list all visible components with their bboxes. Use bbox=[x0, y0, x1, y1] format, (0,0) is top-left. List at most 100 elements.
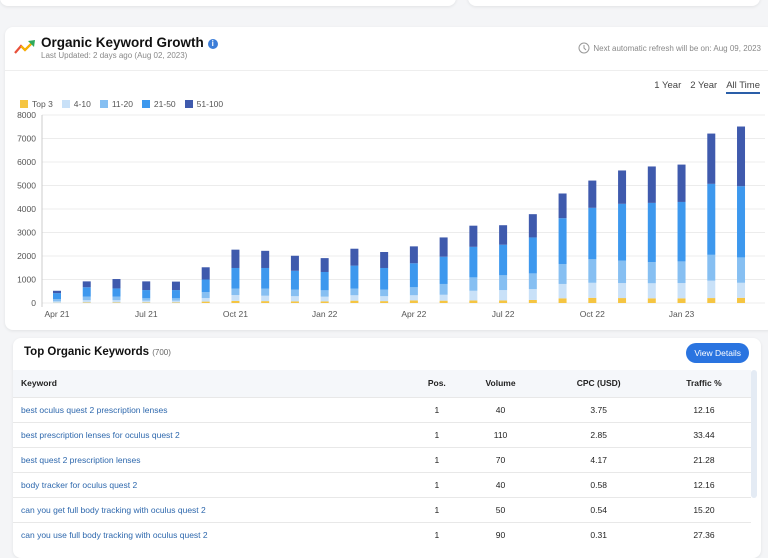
bar-segment-51-100 bbox=[172, 282, 180, 290]
y-tick-label: 3000 bbox=[17, 228, 36, 238]
x-tick-label: Oct 22 bbox=[580, 309, 605, 319]
view-details-button[interactable]: View Details bbox=[686, 343, 749, 363]
pos-cell: 1 bbox=[413, 422, 461, 447]
col-traffic[interactable]: Traffic % bbox=[657, 370, 751, 397]
bar-segment-51-100 bbox=[53, 291, 61, 293]
keywords-title: Top Organic Keywords (700) bbox=[24, 346, 171, 358]
table-row[interactable]: can you use full body tracking with ocul… bbox=[13, 522, 751, 547]
bar-segment-top-3 bbox=[648, 298, 656, 303]
bar-segment-top-3 bbox=[588, 298, 596, 303]
bar-segment-51-100 bbox=[648, 166, 656, 202]
table-row[interactable]: best oculus quest 2 prescription lenses1… bbox=[13, 397, 751, 422]
bar-segment-51-100 bbox=[142, 281, 150, 290]
bar-segment-top-3 bbox=[291, 301, 299, 303]
bar-segment-51-100 bbox=[707, 134, 715, 184]
keyword-link[interactable]: best prescription lenses for oculus ques… bbox=[13, 422, 413, 447]
bar-segment-4-10 bbox=[380, 296, 388, 301]
organic-keyword-growth-card: Organic Keyword Growthi Last Updated: 2 … bbox=[5, 27, 768, 330]
bar-segment-top-3 bbox=[737, 298, 745, 303]
bar-segment-11-20 bbox=[588, 259, 596, 283]
bar-segment-11-20 bbox=[618, 261, 626, 283]
bar-segment-21-50 bbox=[588, 208, 596, 259]
bar-segment-11-20 bbox=[172, 298, 180, 300]
bar-segment-51-100 bbox=[202, 267, 210, 279]
bar-segment-51-100 bbox=[83, 281, 91, 287]
bar-segment-11-20 bbox=[737, 257, 745, 282]
bar-segment-top-3 bbox=[380, 301, 388, 303]
pos-cell: 1 bbox=[413, 397, 461, 422]
bar-segment-11-20 bbox=[142, 298, 150, 300]
col-keyword[interactable]: Keyword bbox=[13, 370, 413, 397]
bar-segment-21-50 bbox=[53, 293, 61, 299]
bar-segment-top-3 bbox=[410, 300, 418, 303]
keywords-count: (700) bbox=[152, 348, 171, 357]
y-tick-label: 8000 bbox=[17, 110, 36, 120]
bar-segment-top-3 bbox=[559, 298, 567, 303]
cpc-cell: 0.54 bbox=[540, 497, 657, 522]
volume-cell: 110 bbox=[461, 422, 541, 447]
table-row[interactable]: body tracker for oculus quest 21400.5812… bbox=[13, 472, 751, 497]
bar-segment-4-10 bbox=[707, 281, 715, 298]
pos-cell: 1 bbox=[413, 497, 461, 522]
bar-segment-51-100 bbox=[678, 165, 686, 202]
bar-segment-top-3 bbox=[321, 301, 329, 303]
table-row[interactable]: best prescription lenses for oculus ques… bbox=[13, 422, 751, 447]
bar-segment-11-20 bbox=[380, 290, 388, 297]
bar-segment-21-50 bbox=[618, 204, 626, 261]
traffic-cell: 12.16 bbox=[657, 397, 751, 422]
bar-segment-4-10 bbox=[410, 295, 418, 300]
bar-segment-4-10 bbox=[112, 300, 120, 302]
bar-segment-51-100 bbox=[112, 279, 120, 288]
traffic-cell: 33.44 bbox=[657, 422, 751, 447]
bar-segment-top-3 bbox=[350, 301, 358, 303]
bar-segment-4-10 bbox=[261, 296, 269, 301]
bar-segment-11-20 bbox=[321, 290, 329, 296]
table-scrollbar[interactable] bbox=[751, 370, 757, 498]
bar-segment-51-100 bbox=[410, 246, 418, 263]
bar-segment-21-50 bbox=[261, 268, 269, 289]
keyword-link[interactable]: best oculus quest 2 prescription lenses bbox=[13, 397, 413, 422]
x-tick-label: Oct 21 bbox=[223, 309, 248, 319]
bar-segment-11-20 bbox=[648, 262, 656, 283]
col-cpc[interactable]: CPC (USD) bbox=[540, 370, 657, 397]
bar-segment-top-3 bbox=[231, 301, 239, 303]
traffic-cell: 12.16 bbox=[657, 472, 751, 497]
keyword-link[interactable]: best quest 2 prescription lenses bbox=[13, 447, 413, 472]
bar-segment-21-50 bbox=[202, 280, 210, 293]
bar-segment-51-100 bbox=[529, 214, 537, 237]
bar-segment-4-10 bbox=[618, 283, 626, 298]
y-tick-label: 7000 bbox=[17, 134, 36, 144]
cpc-cell: 0.31 bbox=[540, 522, 657, 547]
table-row[interactable]: can you get full body tracking with ocul… bbox=[13, 497, 751, 522]
bar-segment-11-20 bbox=[529, 273, 537, 289]
bar-segment-11-20 bbox=[678, 261, 686, 283]
x-tick-label: Jan 23 bbox=[669, 309, 695, 319]
y-tick-label: 6000 bbox=[17, 157, 36, 167]
bar-segment-4-10 bbox=[53, 301, 61, 302]
bar-segment-11-20 bbox=[83, 297, 91, 301]
table-row[interactable]: best quest 2 prescription lenses1704.172… bbox=[13, 447, 751, 472]
bar-segment-51-100 bbox=[469, 226, 477, 247]
col-pos[interactable]: Pos. bbox=[413, 370, 461, 397]
bar-segment-4-10 bbox=[737, 283, 745, 298]
bar-segment-11-20 bbox=[559, 264, 567, 284]
bar-segment-top-3 bbox=[707, 298, 715, 303]
bar-segment-51-100 bbox=[499, 225, 507, 245]
bar-segment-51-100 bbox=[321, 258, 329, 272]
bar-segment-11-20 bbox=[707, 255, 715, 281]
y-tick-label: 1000 bbox=[17, 275, 36, 285]
bar-segment-top-3 bbox=[440, 301, 448, 303]
col-volume[interactable]: Volume bbox=[461, 370, 541, 397]
keyword-link[interactable]: can you get full body tracking with ocul… bbox=[13, 497, 413, 522]
bar-segment-21-50 bbox=[440, 257, 448, 284]
bar-segment-51-100 bbox=[291, 256, 299, 271]
keyword-link[interactable]: body tracker for oculus quest 2 bbox=[13, 472, 413, 497]
y-tick-label: 2000 bbox=[17, 251, 36, 261]
bar-segment-4-10 bbox=[321, 297, 329, 302]
pos-cell: 1 bbox=[413, 522, 461, 547]
bar-segment-51-100 bbox=[737, 127, 745, 187]
bar-segment-11-20 bbox=[231, 289, 239, 295]
keyword-link[interactable]: can you use full body tracking with ocul… bbox=[13, 522, 413, 547]
cpc-cell: 2.85 bbox=[540, 422, 657, 447]
pos-cell: 1 bbox=[413, 447, 461, 472]
